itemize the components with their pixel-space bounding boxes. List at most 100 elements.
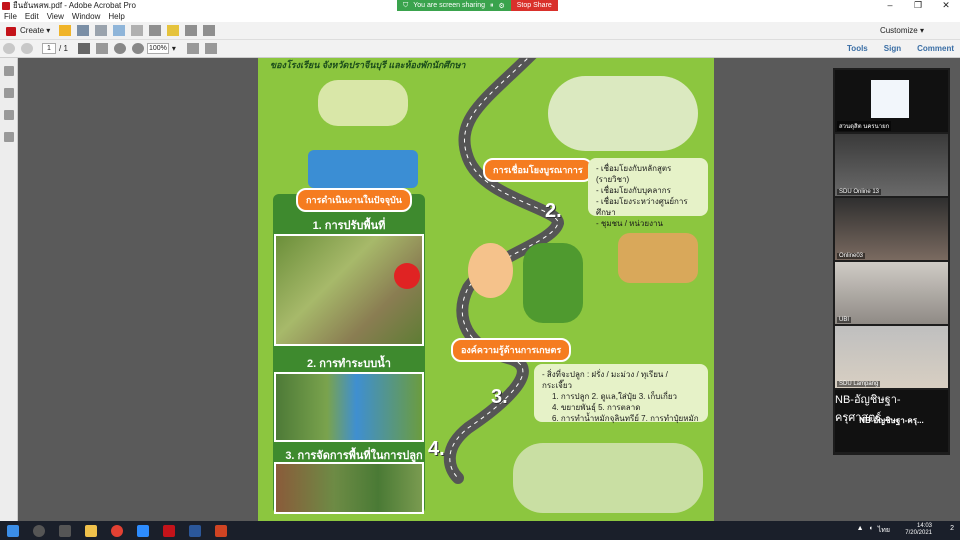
file-explorer-icon[interactable] bbox=[85, 524, 97, 537]
upload-icon[interactable] bbox=[113, 25, 126, 36]
knowledge-item: - สิ่งที่จะปลูก : ฝรั่ง / มะม่วง / ทุเรี… bbox=[542, 370, 668, 390]
stop-share-button[interactable]: Stop Share bbox=[510, 0, 558, 11]
sign-link[interactable]: Sign bbox=[884, 44, 901, 53]
highlight-icon[interactable] bbox=[185, 25, 198, 36]
participant-name: สวนดุสิต นครนายก bbox=[837, 121, 892, 131]
task-view-icon[interactable] bbox=[59, 524, 71, 537]
university-logo bbox=[871, 80, 909, 118]
signatures-icon[interactable] bbox=[4, 110, 14, 120]
menu-help[interactable]: Help bbox=[104, 11, 128, 22]
stop-share-label: Stop Share bbox=[516, 2, 552, 9]
menu-window[interactable]: Window bbox=[68, 11, 104, 22]
zoom-icon[interactable] bbox=[137, 524, 149, 537]
land-prep-photo bbox=[274, 234, 424, 346]
comment-link[interactable]: Comment bbox=[917, 44, 954, 53]
powerpoint-icon[interactable] bbox=[215, 524, 227, 537]
acrobat-taskbar-icon[interactable] bbox=[163, 524, 175, 537]
chrome-icon[interactable] bbox=[111, 524, 123, 537]
participant-tile[interactable]: SDU Lampang bbox=[835, 326, 948, 388]
acrobat-icon bbox=[2, 1, 10, 10]
system-tray: ▲ ◖ ไทย bbox=[857, 525, 890, 536]
step2-number: 2. bbox=[545, 200, 562, 222]
page-number-input[interactable]: 1 bbox=[42, 43, 56, 54]
customize-button[interactable]: Customize ▾ bbox=[880, 26, 924, 35]
participant-name: Online03 bbox=[837, 253, 866, 259]
gear-icon[interactable] bbox=[149, 25, 162, 36]
main-toolbar: Create ▾ Customize ▾ bbox=[0, 22, 960, 40]
participant-name: SDU Online 13 bbox=[837, 189, 882, 195]
word-icon[interactable] bbox=[189, 524, 201, 537]
integration-box: - เชื่อมโยงกับหลักสูตร (รายวิชา) - เชื่อ… bbox=[588, 158, 708, 228]
participant-tile[interactable]: UBI bbox=[835, 262, 948, 324]
tractor-illustration bbox=[308, 150, 418, 188]
menu-bar: File Edit View Window Help bbox=[0, 11, 960, 22]
participants-panel: สวนดุสิต นครนายก SDU Online 13 Online03 … bbox=[833, 68, 950, 455]
participant-tile[interactable]: SDU Online 13 bbox=[835, 134, 948, 196]
pages-icon[interactable] bbox=[4, 66, 14, 76]
start-icon[interactable] bbox=[7, 524, 19, 537]
clock-date: 7/20/2021 bbox=[905, 530, 932, 536]
knowledge-box: - สิ่งที่จะปลูก : ฝรั่ง / มะม่วง / ทุเรี… bbox=[534, 364, 708, 423]
minimize-button[interactable]: – bbox=[876, 0, 904, 11]
notifications-icon[interactable]: 2 bbox=[950, 525, 954, 532]
document-area: ของโรงเรียน จังหวัดปราจีนบุรี และห้องพัก… bbox=[18, 58, 960, 521]
section1-title: 1. การปรับพื้นที่ bbox=[312, 220, 386, 232]
print-icon[interactable] bbox=[95, 25, 108, 36]
open-icon[interactable] bbox=[59, 25, 72, 36]
prev-page-icon[interactable] bbox=[3, 43, 15, 54]
select-tool-icon[interactable] bbox=[77, 43, 90, 54]
teacher-illustration bbox=[468, 243, 513, 298]
search-icon[interactable] bbox=[33, 524, 45, 537]
participant-tile-name-only[interactable]: NB-อัญชิษฐา-ครุ... NB-อัญชิษฐา-ครุศาสตร์… bbox=[835, 390, 948, 452]
window-controls: – ❐ ✕ bbox=[876, 0, 960, 11]
section2-title: 2. การทำระบบน้ำ bbox=[307, 358, 391, 370]
knowledge-label: องค์ความรู้ด้านการเกษตร bbox=[451, 338, 572, 362]
volume-icon[interactable]: ◖ bbox=[869, 525, 873, 536]
mail-icon[interactable] bbox=[131, 25, 144, 36]
water-system-photo bbox=[274, 372, 424, 442]
page-total: / 1 bbox=[59, 44, 68, 53]
planting-area-photo bbox=[274, 462, 424, 514]
kids-compost-illustration bbox=[618, 233, 698, 283]
plants-illustration bbox=[523, 243, 583, 323]
menu-view[interactable]: View bbox=[43, 11, 68, 22]
menu-edit[interactable]: Edit bbox=[21, 11, 43, 22]
pdf-page: ของโรงเรียน จังหวัดปราจีนบุรี และห้องพัก… bbox=[258, 58, 714, 521]
red-pin-icon bbox=[394, 263, 420, 289]
next-page-icon[interactable] bbox=[21, 43, 33, 54]
participant-tile[interactable]: Online03 bbox=[835, 198, 948, 260]
save-icon[interactable] bbox=[77, 25, 90, 36]
maximize-button[interactable]: ❐ bbox=[904, 0, 932, 11]
clock-time: 14:03 bbox=[916, 523, 932, 529]
participant-tile[interactable]: สวนดุสิต นครนายก bbox=[835, 70, 948, 132]
create-button[interactable]: Create ▾ bbox=[0, 26, 56, 36]
language-indicator[interactable]: ไทย bbox=[878, 525, 890, 536]
zoom-dropdown-icon[interactable]: ▾ bbox=[172, 44, 176, 53]
knowledge-item: 4. ขยายพันธุ์ 5. การตลาด bbox=[552, 403, 641, 412]
attachments-icon[interactable] bbox=[4, 88, 14, 98]
zoom-level-input[interactable]: 100% bbox=[146, 43, 169, 54]
knowledge-item: 6. การทำน้ำหมักจุลินทรีย์ 7. การทำปุ๋ยหม… bbox=[552, 414, 699, 423]
menu-file[interactable]: File bbox=[0, 11, 21, 22]
fit-page-icon[interactable] bbox=[186, 43, 199, 54]
clock[interactable]: 14:03 7/20/2021 bbox=[905, 523, 932, 537]
tools-link[interactable]: Tools bbox=[847, 44, 868, 53]
settings-icon[interactable]: ⚙ bbox=[498, 2, 504, 10]
participant-name: SDU Lampang bbox=[837, 381, 881, 387]
share-message: You are screen sharing bbox=[413, 2, 485, 9]
zoom-in-icon[interactable] bbox=[131, 43, 144, 54]
step3-number: 3. bbox=[491, 386, 508, 408]
layers-icon[interactable] bbox=[4, 132, 14, 142]
windows-taskbar: ▲ ◖ ไทย 14:03 7/20/2021 2 bbox=[0, 521, 960, 540]
close-button[interactable]: ✕ bbox=[932, 0, 960, 11]
farmers-illustration bbox=[318, 80, 408, 126]
zoom-out-icon[interactable] bbox=[113, 43, 126, 54]
network-icon[interactable]: ▲ bbox=[857, 525, 864, 536]
integration-item: - เชื่อมโยงกับหลักสูตร (รายวิชา) bbox=[596, 164, 672, 184]
comment-icon[interactable] bbox=[167, 25, 180, 36]
fullscreen-icon[interactable] bbox=[204, 43, 217, 54]
hand-tool-icon[interactable] bbox=[95, 43, 108, 54]
pause-icon[interactable]: ⏸ bbox=[490, 2, 494, 10]
participant-name-large: NB-อัญชิษฐา-ครุ... bbox=[859, 416, 924, 425]
sign-icon[interactable] bbox=[203, 25, 216, 36]
